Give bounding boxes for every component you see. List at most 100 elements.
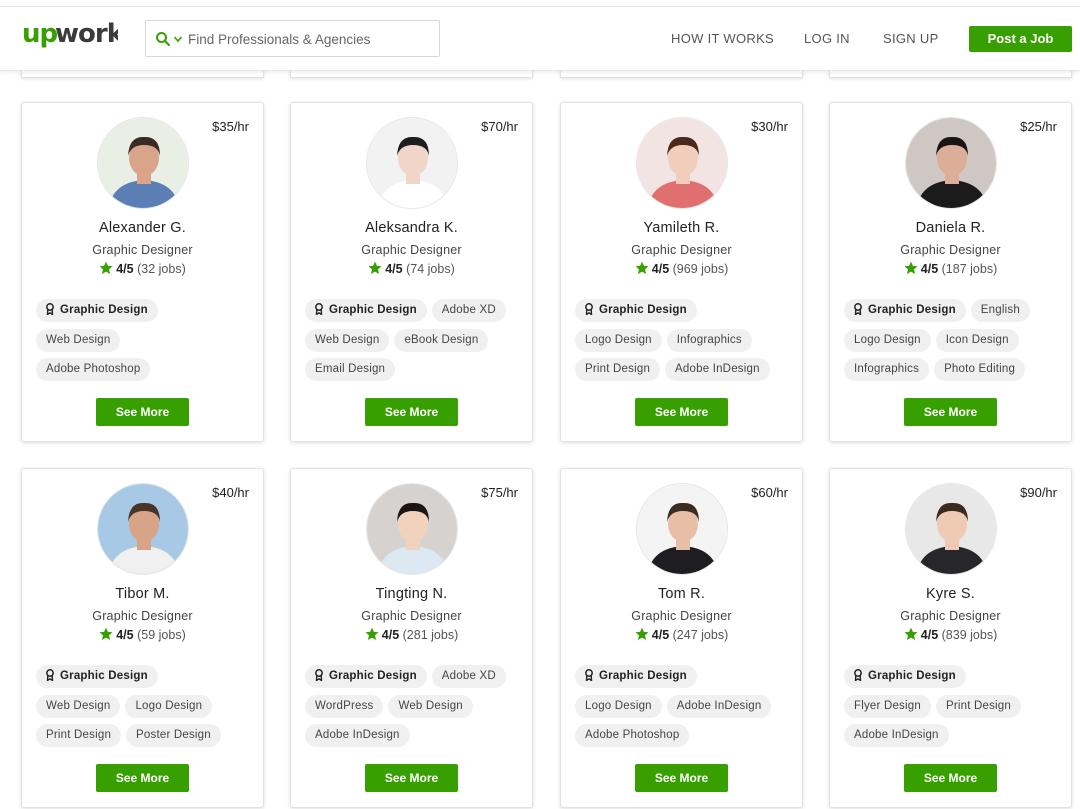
skill-tag[interactable]: Logo Design xyxy=(575,694,662,718)
skill-tags: Graphic Design Flyer Design Print Design Ad… xyxy=(844,665,1066,754)
skill-tag[interactable]: Print Design xyxy=(575,358,661,381)
skill-tag[interactable]: Adobe XD xyxy=(431,299,506,322)
skill-tag[interactable]: Logo Design xyxy=(125,694,213,718)
search-box[interactable] xyxy=(145,20,440,57)
skill-tag-row: Graphic Design xyxy=(36,299,258,329)
featured-skill-tag[interactable]: Graphic Design xyxy=(575,299,697,322)
skill-tag[interactable]: Infographics xyxy=(666,328,752,352)
skill-tag[interactable]: Web Design xyxy=(388,694,473,718)
jobs-count: (32 jobs) xyxy=(137,262,186,276)
jobs-count: (281 jobs) xyxy=(402,628,459,642)
skill-tag[interactable]: Adobe Photoshop xyxy=(575,724,690,747)
avatar[interactable] xyxy=(366,117,458,209)
see-more-button[interactable]: See More xyxy=(635,764,728,792)
top-skill-icon xyxy=(854,303,862,315)
skill-tag[interactable]: Email Design xyxy=(305,358,396,381)
skill-tag-label: Icon Design xyxy=(945,333,1009,346)
freelancer-name[interactable]: Yamileth R. xyxy=(561,220,802,236)
avatar[interactable] xyxy=(366,483,458,575)
skill-tag-label: English xyxy=(980,304,1020,316)
skill-tag[interactable]: Poster Design xyxy=(126,724,221,747)
skill-tag[interactable]: Adobe InDesign xyxy=(666,694,772,718)
skill-tag-label: Graphic Design xyxy=(60,670,148,682)
featured-skill-tag[interactable]: Graphic Design xyxy=(305,299,427,322)
avatar[interactable] xyxy=(636,117,728,209)
avatar[interactable] xyxy=(905,483,997,575)
see-more-button[interactable]: See More xyxy=(635,398,728,426)
chevron-down-icon[interactable] xyxy=(173,34,183,44)
hourly-rate: $40/hr xyxy=(212,485,249,500)
avatar[interactable] xyxy=(97,117,189,209)
skill-tag-label: WordPress xyxy=(315,699,374,712)
freelancer-name[interactable]: Tibor M. xyxy=(22,586,263,602)
hourly-rate: $25/hr xyxy=(1020,119,1057,134)
featured-skill-tag[interactable]: Graphic Design xyxy=(305,665,427,688)
skill-tag[interactable]: Logo Design xyxy=(844,328,931,352)
skill-tag-label: Adobe InDesign xyxy=(315,729,400,741)
see-more-button[interactable]: See More xyxy=(96,764,189,792)
avatar[interactable] xyxy=(636,483,728,575)
avatar[interactable] xyxy=(905,117,997,209)
skill-tag[interactable]: Print Design xyxy=(36,724,122,747)
see-more-button[interactable]: See More xyxy=(365,764,458,792)
nav-sign-up[interactable]: SIGN UP xyxy=(883,31,939,46)
featured-skill-tag[interactable]: Graphic Design xyxy=(844,299,966,322)
skill-tag[interactable]: Infographics xyxy=(844,358,930,381)
profile-photo xyxy=(98,118,188,208)
featured-skill-tag[interactable]: Graphic Design xyxy=(575,665,697,688)
star-icon xyxy=(904,261,918,274)
search-input[interactable] xyxy=(188,27,433,51)
freelancer-name[interactable]: Tom R. xyxy=(561,586,802,602)
rating-score: 4/5 xyxy=(920,628,939,642)
hourly-rate: $35/hr xyxy=(212,119,249,134)
freelancer-card: $35/hr Alexander G. Graphic Designer 4/5… xyxy=(21,102,264,442)
featured-skill-tag[interactable]: Graphic Design xyxy=(36,665,158,688)
skill-tag[interactable]: Adobe InDesign xyxy=(844,724,949,747)
upwork-logo[interactable]: up work xyxy=(22,17,126,57)
nav-log-in[interactable]: LOG IN xyxy=(804,31,850,46)
freelancer-name[interactable]: Daniela R. xyxy=(830,220,1071,236)
skill-tag[interactable]: Photo Editing xyxy=(934,358,1026,381)
search-icon[interactable] xyxy=(155,31,171,47)
see-more-button[interactable]: See More xyxy=(96,398,189,426)
skill-tag[interactable]: Adobe XD xyxy=(431,665,506,688)
rating: 4/5 (969 jobs) xyxy=(561,261,802,276)
skill-tag-label: Adobe InDesign xyxy=(675,363,760,375)
freelancer-name[interactable]: Alexander G. xyxy=(22,220,263,236)
skill-tag[interactable]: Flyer Design xyxy=(844,694,931,718)
skill-tag[interactable]: WordPress xyxy=(305,694,384,718)
skill-tag-label: Graphic Design xyxy=(868,304,956,316)
featured-skill-tag[interactable]: Graphic Design xyxy=(36,299,158,322)
skill-tag[interactable]: Adobe Photoshop xyxy=(36,358,151,381)
skill-tag[interactable]: English xyxy=(970,299,1030,322)
freelancer-title: Graphic Designer xyxy=(900,609,1001,623)
skill-tag-label: Web Design xyxy=(315,333,380,346)
nav-how-it-works[interactable]: HOW IT WORKS xyxy=(671,31,774,46)
skill-tag[interactable]: Logo Design xyxy=(575,328,662,352)
rating: 4/5 (247 jobs) xyxy=(561,627,802,642)
see-more-button[interactable]: See More xyxy=(904,398,997,426)
post-a-job-button[interactable]: Post a Job xyxy=(969,26,1072,52)
skill-tag[interactable]: Adobe InDesign xyxy=(665,358,770,381)
skill-tags: Graphic Design Adobe XD WordPress Web Desig… xyxy=(305,665,527,754)
freelancer-name[interactable]: Kyre S. xyxy=(830,586,1071,602)
profile-photo xyxy=(367,484,457,574)
skill-tag[interactable]: Icon Design xyxy=(935,328,1019,352)
skill-tag-row: Web Design eBook Design xyxy=(305,328,527,359)
rating-score: 4/5 xyxy=(116,628,134,642)
skill-tags: Graphic Design Logo Design Infographics Pri… xyxy=(575,299,797,388)
skill-tag-row: Logo Design Infographics xyxy=(575,328,797,359)
rating: 4/5 (74 jobs) xyxy=(291,261,532,276)
skill-tag[interactable]: Print Design xyxy=(935,694,1021,718)
skill-tag[interactable]: Web Design xyxy=(36,694,121,718)
see-more-button[interactable]: See More xyxy=(365,398,458,426)
freelancer-name[interactable]: Tingting N. xyxy=(291,586,532,602)
freelancer-name[interactable]: Aleksandra K. xyxy=(291,220,532,236)
see-more-button[interactable]: See More xyxy=(904,764,997,792)
skill-tag[interactable]: Web Design xyxy=(305,328,390,352)
skill-tag[interactable]: eBook Design xyxy=(394,328,489,352)
avatar[interactable] xyxy=(97,483,189,575)
skill-tag[interactable]: Web Design xyxy=(36,328,121,352)
skill-tag[interactable]: Adobe InDesign xyxy=(305,724,410,747)
featured-skill-tag[interactable]: Graphic Design xyxy=(844,665,966,688)
